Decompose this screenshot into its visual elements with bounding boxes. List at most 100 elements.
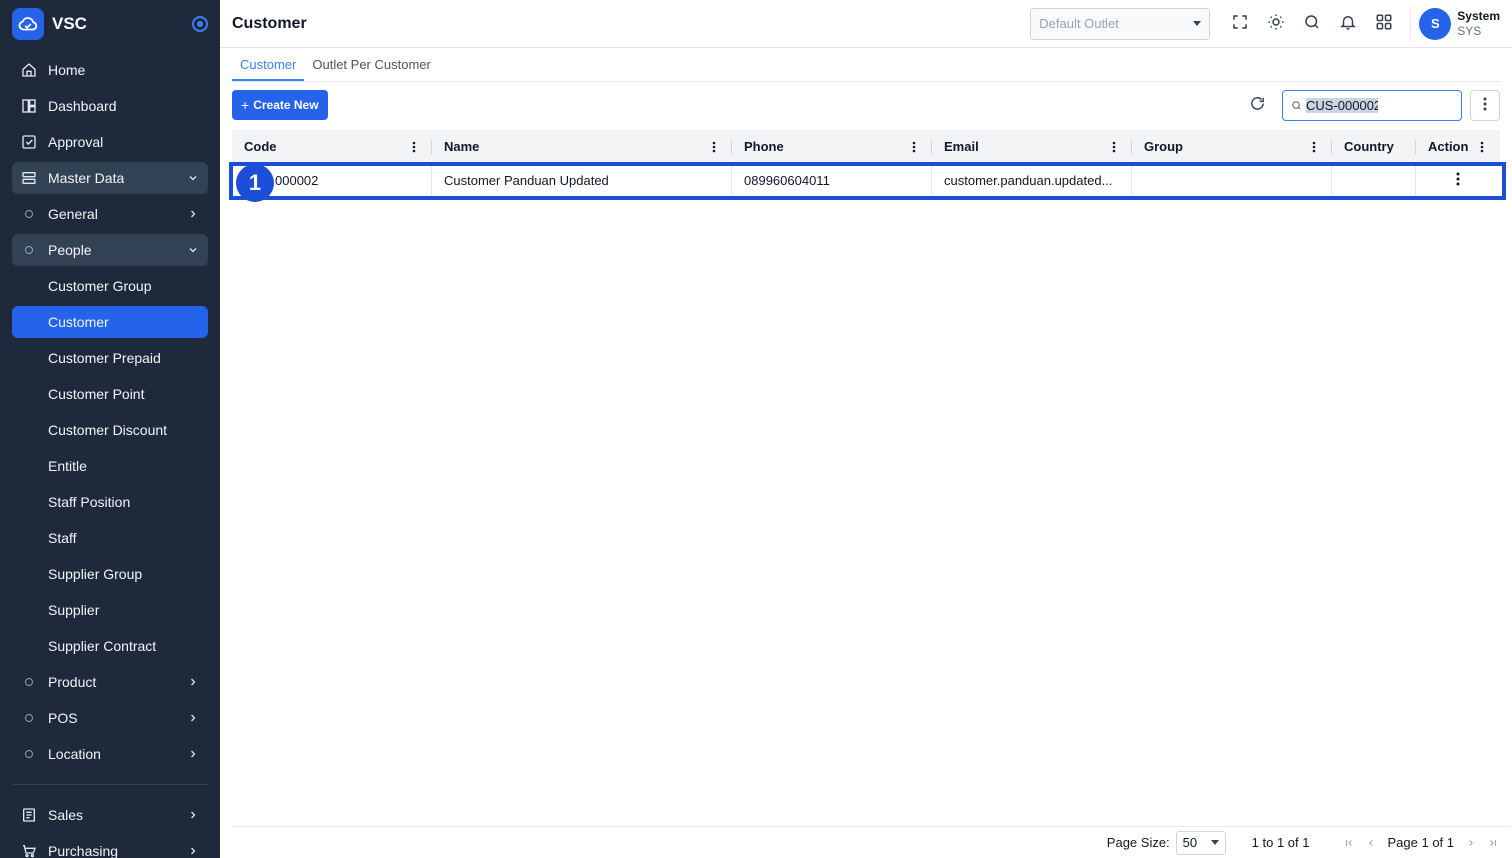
tab-customer[interactable]: Customer xyxy=(232,57,305,81)
sidebar-item-customer-group[interactable]: Customer Group xyxy=(12,270,208,302)
chevron-right-icon xyxy=(186,747,200,761)
sidebar-item-label: Supplier xyxy=(48,602,100,618)
column-menu-icon[interactable] xyxy=(908,138,920,156)
column-header-phone[interactable]: Phone xyxy=(732,130,932,163)
column-header-label: Phone xyxy=(744,139,784,154)
sidebar-item-master-data[interactable]: Master Data xyxy=(12,162,208,194)
notifications-button[interactable] xyxy=(1330,6,1366,42)
cell-action xyxy=(1416,164,1500,197)
refresh-button[interactable] xyxy=(1242,90,1272,120)
app-name: VSC xyxy=(52,13,87,33)
sidebar-item-supplier[interactable]: Supplier xyxy=(12,594,208,626)
create-new-button[interactable]: + Create New xyxy=(232,90,328,120)
column-header-group[interactable]: Group xyxy=(1132,130,1332,163)
search-button[interactable] xyxy=(1294,6,1330,42)
customer-grid: Code Name Phone Email Group Country Acti… xyxy=(229,130,1506,200)
column-menu-icon[interactable] xyxy=(708,138,720,156)
sidebar-item-label: Staff Position xyxy=(48,494,131,510)
search-icon xyxy=(1291,98,1302,114)
apps-button[interactable] xyxy=(1366,6,1402,42)
receipt-icon xyxy=(20,806,38,824)
sidebar-item-customer-discount[interactable]: Customer Discount xyxy=(12,414,208,446)
sidebar-item-label: POS xyxy=(48,710,78,726)
sidebar-item-label: Entitle xyxy=(48,458,87,474)
sidebar-item-staff-position[interactable]: Staff Position xyxy=(12,486,208,518)
bell-icon xyxy=(1339,13,1357,34)
page-size-select[interactable]: 50 xyxy=(1175,830,1226,855)
column-header-name[interactable]: Name xyxy=(432,130,732,163)
sidebar-item-staff[interactable]: Staff xyxy=(12,522,208,554)
page-indicator: Page 1 of 1 xyxy=(1387,835,1455,850)
chevron-right-icon xyxy=(186,844,200,858)
sidebar-item-supplier-group[interactable]: Supplier Group xyxy=(12,558,208,590)
column-menu-icon[interactable] xyxy=(1476,138,1488,156)
column-menu-icon[interactable] xyxy=(1308,138,1320,156)
sidebar-item-customer-point[interactable]: Customer Point xyxy=(12,378,208,410)
fullscreen-icon xyxy=(1231,13,1249,34)
column-menu-icon[interactable] xyxy=(1108,138,1120,156)
dashboard-icon xyxy=(20,97,38,115)
user-name: System xyxy=(1457,8,1500,23)
column-menu-icon[interactable] xyxy=(408,138,420,156)
sidebar-item-location[interactable]: Location xyxy=(12,738,208,770)
page-size-value: 50 xyxy=(1182,835,1198,850)
sidebar-item-customer-prepaid[interactable]: Customer Prepaid xyxy=(12,342,208,374)
sidebar-item-sales[interactable]: Sales xyxy=(12,799,208,831)
column-header-code[interactable]: Code xyxy=(232,130,432,163)
table-row[interactable]: 000002 Customer Panduan Updated 08996060… xyxy=(232,164,1500,198)
last-page-icon[interactable] xyxy=(1482,833,1504,853)
sidebar-item-customer[interactable]: Customer xyxy=(12,306,208,338)
circle-icon xyxy=(20,709,38,727)
fullscreen-button[interactable] xyxy=(1222,6,1258,42)
grid-header: Code Name Phone Email Group Country Acti… xyxy=(232,130,1500,164)
sidebar-nav: Home Dashboard Approval Master Data Gene… xyxy=(12,54,208,858)
sidebar-item-purchasing[interactable]: Purchasing xyxy=(12,835,208,858)
sidebar-toggle-icon[interactable] xyxy=(192,15,208,32)
sidebar-item-label: Customer Prepaid xyxy=(48,350,161,366)
chevron-right-icon xyxy=(186,808,200,822)
sidebar-item-dashboard[interactable]: Dashboard xyxy=(12,90,208,122)
outlet-select[interactable]: Default Outlet xyxy=(1030,7,1211,40)
user-menu[interactable]: S System SYS xyxy=(1410,5,1500,42)
next-page-icon[interactable] xyxy=(1460,833,1482,853)
sidebar-item-product[interactable]: Product xyxy=(12,666,208,698)
column-header-email[interactable]: Email xyxy=(932,130,1132,163)
previous-page-icon[interactable] xyxy=(1360,833,1382,853)
sidebar-item-entitle[interactable]: Entitle xyxy=(12,450,208,482)
cell-code-text: 000002 xyxy=(275,173,319,188)
home-icon xyxy=(20,61,38,79)
column-header-country[interactable]: Country xyxy=(1332,130,1416,163)
cell-name: Customer Panduan Updated xyxy=(432,164,732,197)
avatar: S xyxy=(1419,7,1452,40)
theme-toggle-button[interactable] xyxy=(1258,6,1294,42)
sidebar-item-home[interactable]: Home xyxy=(12,54,208,86)
sidebar-item-label: Home xyxy=(48,62,86,78)
cell-phone-text: 089960604011 xyxy=(744,173,830,188)
column-header-label: Email xyxy=(944,139,979,154)
sidebar-item-label: Purchasing xyxy=(48,843,119,858)
user-info: System SYS xyxy=(1457,9,1500,39)
row-range-text: 1 to 1 of 1 xyxy=(1251,835,1310,850)
cell-email: customer.panduan.updated... xyxy=(932,164,1132,197)
checkbox-icon xyxy=(20,133,38,151)
grid-search-box xyxy=(1282,90,1462,121)
sidebar-item-supplier-contract[interactable]: Supplier Contract xyxy=(12,630,208,662)
cell-country xyxy=(1332,164,1416,197)
first-page-icon[interactable] xyxy=(1338,833,1360,853)
column-header-action[interactable]: Action xyxy=(1416,130,1500,163)
tab-outlet-per-customer[interactable]: Outlet Per Customer xyxy=(304,57,439,81)
grid-search-input[interactable] xyxy=(1306,98,1378,113)
chevron-right-icon xyxy=(186,711,200,725)
grid-icon xyxy=(1375,13,1393,34)
column-header-label: Name xyxy=(444,139,480,154)
sidebar-item-people[interactable]: People xyxy=(12,234,208,266)
more-options-button[interactable] xyxy=(1470,90,1500,121)
sidebar-item-pos[interactable]: POS xyxy=(12,702,208,734)
sidebar-item-label: Sales xyxy=(48,807,84,823)
sidebar-item-general[interactable]: General xyxy=(12,198,208,230)
sidebar-item-label: General xyxy=(48,206,98,222)
row-action-icon[interactable] xyxy=(1456,172,1460,189)
sidebar-item-label: Customer Point xyxy=(48,386,145,402)
sidebar-item-approval[interactable]: Approval xyxy=(12,126,208,158)
caret-down-icon xyxy=(1193,21,1202,26)
